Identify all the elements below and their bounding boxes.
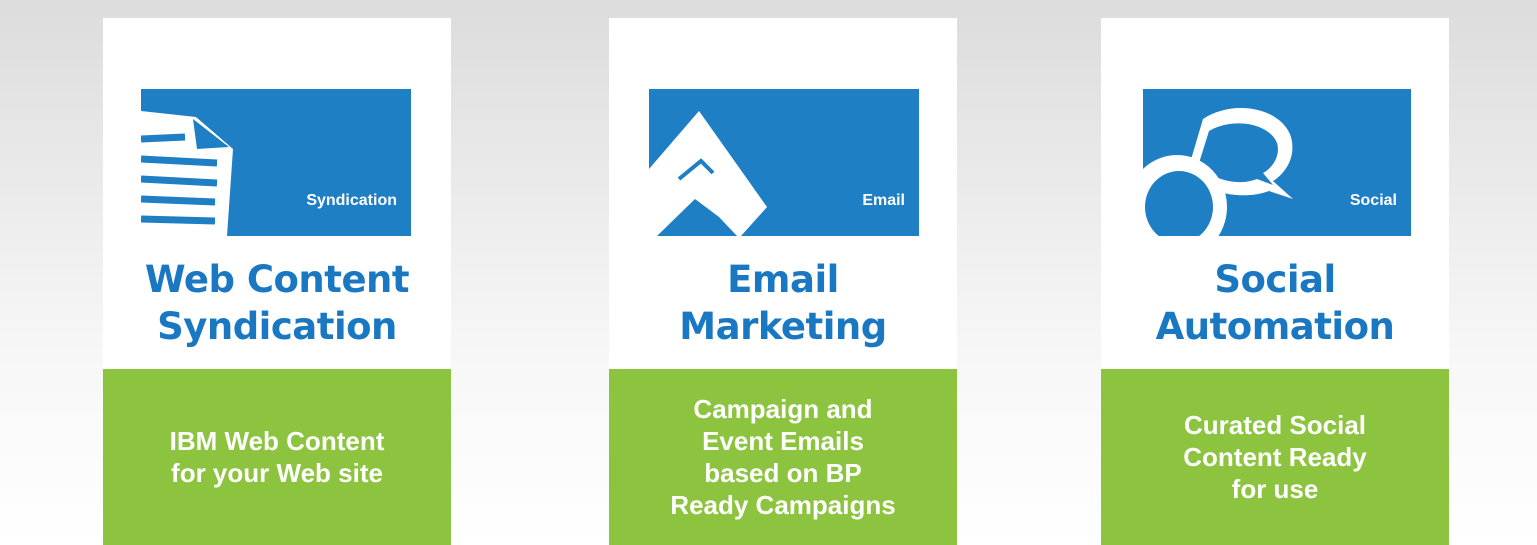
speech-bubble-icon xyxy=(1143,107,1293,236)
card-email-marketing[interactable]: Email Email Marketing Campaign and Event… xyxy=(609,18,957,545)
document-icon xyxy=(141,111,233,236)
description-box: Campaign and Event Emails based on BP Re… xyxy=(609,369,957,545)
card-title: Web Content Syndication xyxy=(144,258,410,348)
card-social-automation[interactable]: Social Social Automation Curated Social … xyxy=(1101,18,1449,545)
description-box: Curated Social Content Ready for use xyxy=(1101,369,1449,545)
tile-label: Email xyxy=(862,192,905,209)
tile-label: Syndication xyxy=(306,192,397,209)
email-tile: Email xyxy=(649,89,919,236)
card-title: Social Automation xyxy=(1155,258,1395,348)
description: IBM Web Content for your Web site xyxy=(169,426,385,488)
syndication-tile: Syndication xyxy=(141,89,411,236)
description: Campaign and Event Emails based on BP Re… xyxy=(670,394,896,520)
tile-label: Social xyxy=(1349,192,1397,209)
social-tile: Social xyxy=(1143,89,1411,236)
card-web-content-syndication[interactable]: Syndication Web Content Syndication IBM … xyxy=(103,18,451,545)
card-title: Email Marketing xyxy=(679,258,887,348)
description: Curated Social Content Ready for use xyxy=(1183,410,1367,504)
envelope-icon xyxy=(649,111,767,236)
description-box: IBM Web Content for your Web site xyxy=(103,369,451,545)
